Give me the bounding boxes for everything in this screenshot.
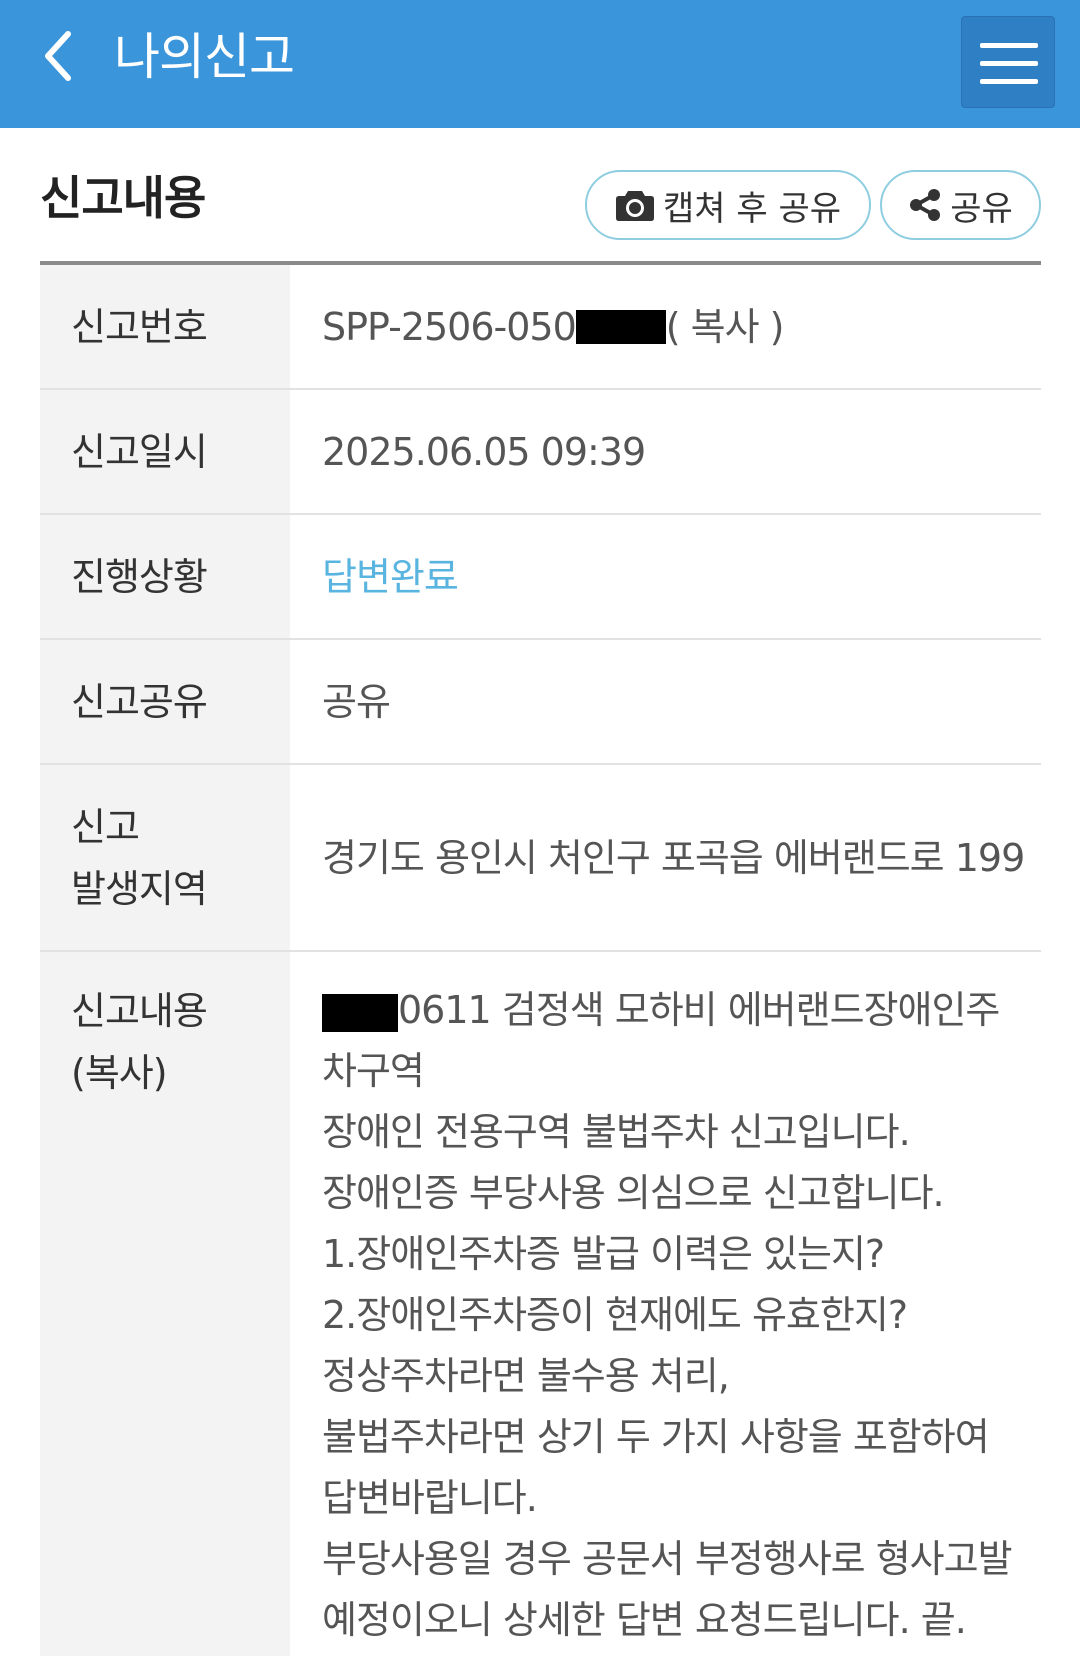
content-line: 불법주차라면 상기 두 가지 사항을 포함하여 — [322, 1415, 990, 1459]
app-header: 나의신고 — [0, 0, 1080, 128]
content-line: 부당사용일 경우 공문서 부정행사로 형사고발 — [322, 1537, 1013, 1581]
report-number-row: 신고번호 SPP-2506-050 ( 복사 ) — [40, 265, 1041, 390]
content-line: 1.장애인주차증 발급 이력은 있는지? — [322, 1232, 885, 1276]
page-title: 나의신고 — [114, 28, 295, 86]
content-line: 0611 검정색 모하비 에버랜드장애인주 — [322, 980, 1041, 1041]
report-datetime-row: 신고일시 2025.06.05 09:39 — [40, 390, 1041, 515]
report-content-label-line1: 신고내용 — [71, 989, 208, 1033]
report-sharing-label: 신고공유 — [40, 640, 290, 763]
content-line: 답변바랍니다. — [322, 1476, 538, 1520]
report-sharing-row: 신고공유 공유 — [40, 640, 1041, 765]
content-line: 정상주차라면 불수용 처리, — [322, 1354, 730, 1398]
camera-icon — [615, 191, 654, 221]
report-content-label: 신고내용 (복사) — [40, 952, 290, 1656]
report-content-row: 신고내용 (복사) 0611 검정색 모하비 에버랜드장애인주 차구역 장애인 … — [40, 952, 1041, 1656]
status-badge: 답변완료 — [322, 554, 459, 599]
section-title: 신고내용 — [40, 171, 206, 225]
capture-share-button[interactable]: 캡쳐 후 공유 — [585, 170, 871, 240]
report-number-value: SPP-2506-050 — [322, 304, 577, 349]
content-line: 장애인증 부당사용 의심으로 신고합니다. — [322, 1171, 945, 1215]
content-line: 예정이오니 상세한 답변 요청드립니다. 끝. — [322, 1598, 967, 1642]
report-location-label-line2: 발생지역 — [71, 866, 208, 911]
report-location-label: 신고 발생지역 — [40, 765, 290, 950]
report-number-label: 신고번호 — [40, 265, 290, 388]
redaction-bar — [575, 309, 666, 344]
share-icon — [910, 189, 941, 221]
report-location-value: 경기도 용인시 처인구 포곡읍 에버랜드로 199 — [322, 835, 1025, 880]
report-location-row: 신고 발생지역 경기도 용인시 처인구 포곡읍 에버랜드로 199 — [40, 765, 1041, 952]
report-status-row: 진행상황 답변완료 — [40, 515, 1041, 640]
hamburger-menu-button[interactable] — [961, 16, 1055, 108]
copy-number-link[interactable]: ( 복사 ) — [666, 297, 785, 357]
share-button[interactable]: 공유 — [880, 170, 1041, 240]
content-line: 장애인 전용구역 불법주차 신고입니다. — [322, 1110, 911, 1154]
share-label: 공유 — [950, 188, 1013, 229]
capture-share-label: 캡쳐 후 공유 — [662, 188, 841, 229]
back-chevron-icon[interactable] — [38, 28, 82, 84]
report-location-label-line1: 신고 — [71, 804, 140, 849]
copy-content-link[interactable]: (복사) — [71, 1042, 168, 1104]
report-datetime-value: 2025.06.05 09:39 — [322, 429, 646, 474]
report-status-label: 진행상황 — [40, 515, 290, 638]
report-sharing-value: 공유 — [322, 679, 391, 724]
report-content-body: 0611 검정색 모하비 에버랜드장애인주 차구역 장애인 전용구역 불법주차 … — [290, 952, 1041, 1656]
report-datetime-label: 신고일시 — [40, 390, 290, 513]
hamburger-menu-icon — [980, 43, 1038, 48]
redaction-bar — [322, 993, 398, 1032]
content-line: 2.장애인주차증이 현재에도 유효한지? — [322, 1293, 908, 1337]
content-line: 차구역 — [322, 1049, 425, 1093]
report-detail-table: 신고번호 SPP-2506-050 ( 복사 ) 신고일시 2025.06.05 … — [40, 261, 1041, 1656]
